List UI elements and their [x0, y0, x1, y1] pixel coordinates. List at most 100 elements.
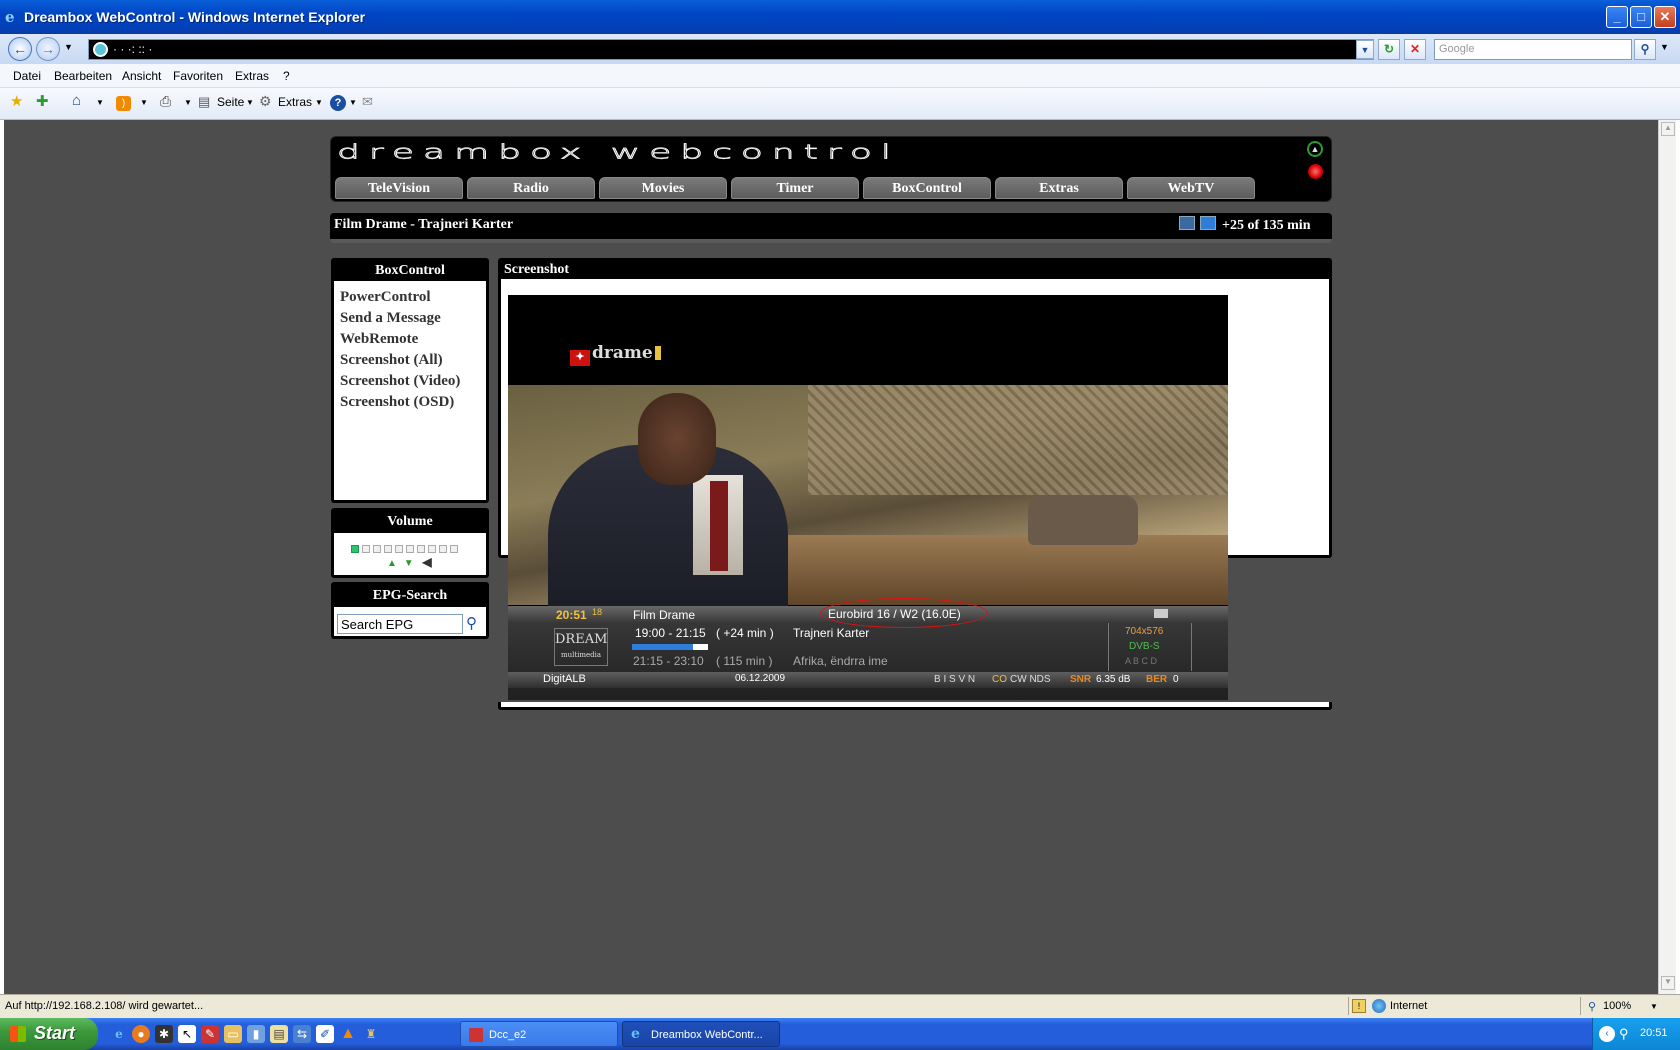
link-screenshot-osd[interactable]: Screenshot (OSD) — [340, 393, 486, 411]
refresh-button[interactable]: ↻ — [1378, 39, 1400, 60]
volume-segment[interactable] — [395, 545, 403, 553]
tab-movies[interactable]: Movies — [599, 177, 727, 199]
menu-bearbeiten[interactable]: Bearbeiten — [54, 69, 112, 83]
volume-segment[interactable] — [417, 545, 425, 553]
link-screenshot-video[interactable]: Screenshot (Video) — [340, 372, 486, 390]
channel-logo: ✦ drame — [570, 343, 661, 366]
home-dropdown-icon[interactable]: ▼ — [96, 98, 104, 107]
osd-snr-value: 6.35 dB — [1096, 674, 1131, 685]
link-screenshot-all[interactable]: Screenshot (All) — [340, 351, 486, 369]
volume-segment[interactable] — [384, 545, 392, 553]
menu-favoriten[interactable]: Favoriten — [173, 69, 223, 83]
print-icon[interactable]: ⎙ — [160, 93, 171, 110]
address-input[interactable]: · · ·: :: · — [88, 39, 1374, 60]
tab-webtv[interactable]: WebTV — [1127, 177, 1255, 199]
minimize-button[interactable]: _ — [1606, 6, 1628, 28]
rss-feed-icon[interactable]: ) — [116, 96, 131, 111]
tab-timer[interactable]: Timer — [731, 177, 859, 199]
tab-extras[interactable]: Extras — [995, 177, 1123, 199]
taskbar-item-dcc-e2[interactable]: Dcc_e2 — [460, 1021, 618, 1047]
tv-monitor-icon[interactable] — [1200, 216, 1216, 230]
media-quicklaunch-icon[interactable]: ▮ — [247, 1025, 265, 1043]
menu-ansicht[interactable]: Ansicht — [122, 69, 161, 83]
epg-info-icon[interactable] — [1179, 216, 1195, 230]
help-icon[interactable]: ? — [330, 95, 346, 111]
maximize-button[interactable]: □ — [1630, 6, 1652, 28]
osd-next-title: Afrika, ëndrra ime — [793, 654, 888, 668]
show-hidden-icons-button[interactable]: ‹ — [1599, 1026, 1615, 1042]
page-dropdown-icon[interactable]: ▼ — [246, 98, 254, 107]
rss-dropdown-icon[interactable]: ▼ — [140, 98, 148, 107]
current-event-title[interactable]: Film Drame - Trajneri Karter — [334, 217, 513, 233]
extras-menu-label[interactable]: Extras — [278, 95, 312, 109]
link-webremote[interactable]: WebRemote — [340, 330, 486, 348]
scroll-up-icon[interactable]: ▲ — [1661, 122, 1675, 136]
zoom-dropdown-icon[interactable]: ▼ — [1650, 1002, 1658, 1011]
globe-icon — [1372, 999, 1386, 1013]
volume-segment[interactable] — [439, 545, 447, 553]
system-clock[interactable]: 20:51 — [1640, 1027, 1668, 1039]
network-tray-icon[interactable]: ⚲ — [1619, 1026, 1629, 1042]
stop-button[interactable]: ✕ — [1404, 39, 1426, 60]
volume-down-icon[interactable]: ▼ — [404, 558, 414, 569]
search-icon[interactable]: ⚲ — [466, 614, 477, 632]
gear-icon: ⚙ — [259, 93, 272, 109]
scroll-down-icon[interactable]: ▼ — [1661, 976, 1675, 990]
vertical-scrollbar[interactable]: ▲ ▼ — [1658, 120, 1676, 994]
network-quicklaunch-icon[interactable]: ⇆ — [293, 1025, 311, 1043]
app-quicklaunch-icon[interactable]: ✱ — [155, 1025, 173, 1043]
mute-speaker-icon[interactable]: ◀ — [422, 555, 431, 569]
extras-dropdown-icon[interactable]: ▼ — [315, 98, 323, 107]
home-icon[interactable]: ⌂ — [72, 92, 81, 109]
tab-television[interactable]: TeleVision — [335, 177, 463, 199]
menu-help[interactable]: ? — [283, 69, 290, 83]
search-options-icon[interactable]: ▼ — [1660, 42, 1669, 52]
search-input[interactable]: Google — [1434, 39, 1632, 60]
menu-datei[interactable]: Datei — [13, 69, 41, 83]
favorites-star-icon[interactable]: ★ — [10, 92, 23, 110]
zoom-level[interactable]: 100% — [1603, 1000, 1631, 1012]
epg-search-input[interactable] — [337, 614, 463, 634]
recording-status-icon[interactable] — [1308, 164, 1323, 179]
notepad-quicklaunch-icon[interactable]: ✐ — [316, 1025, 334, 1043]
volume-segment[interactable] — [373, 545, 381, 553]
stream-status-icon[interactable]: ▲ — [1307, 141, 1323, 157]
cursor-app-quicklaunch-icon[interactable]: ↖ — [178, 1025, 196, 1043]
window-title-bar[interactable]: e Dreambox WebControl - Windows Internet… — [0, 0, 1680, 34]
forward-button[interactable]: → — [36, 37, 60, 61]
volume-segment[interactable] — [362, 545, 370, 553]
back-button[interactable]: ← — [8, 37, 32, 61]
address-dropdown-icon[interactable]: ▼ — [1356, 40, 1374, 59]
volume-segment[interactable] — [428, 545, 436, 553]
explorer-quicklaunch-icon[interactable]: ▤ — [270, 1025, 288, 1043]
mail-icon[interactable]: ✉ — [362, 94, 373, 110]
link-powercontrol[interactable]: PowerControl — [340, 288, 486, 306]
link-send-message[interactable]: Send a Message — [340, 309, 486, 327]
tool-quicklaunch-icon[interactable]: ✎ — [201, 1025, 219, 1043]
tab-radio[interactable]: Radio — [467, 177, 595, 199]
print-dropdown-icon[interactable]: ▼ — [184, 98, 192, 107]
add-favorite-icon[interactable]: ✚ — [36, 92, 49, 110]
search-icon[interactable]: ⚲ — [1634, 39, 1656, 60]
volume-segment[interactable] — [351, 545, 359, 553]
volume-level-bar[interactable] — [351, 542, 486, 553]
help-dropdown-icon[interactable]: ▼ — [349, 98, 357, 107]
menu-extras[interactable]: Extras — [235, 69, 269, 83]
firefox-quicklaunch-icon[interactable]: ● — [132, 1025, 150, 1043]
page-menu-label[interactable]: Seite — [217, 95, 244, 109]
volume-up-icon[interactable]: ▲ — [387, 558, 397, 569]
vlc-quicklaunch-icon[interactable]: ▲ — [339, 1025, 357, 1043]
tab-boxcontrol[interactable]: BoxControl — [863, 177, 991, 199]
start-button[interactable]: Start — [0, 1018, 98, 1050]
volume-segment[interactable] — [450, 545, 458, 553]
security-zone[interactable]: Internet — [1390, 1000, 1427, 1012]
misc-quicklaunch-icon[interactable]: ♜ — [362, 1025, 380, 1043]
volume-segment[interactable] — [406, 545, 414, 553]
taskbar-item-dreambox-webcontrol[interactable]: e Dreambox WebContr... — [622, 1021, 780, 1047]
close-window-button[interactable]: ✕ — [1654, 6, 1676, 28]
recent-pages-dropdown-icon[interactable]: ▼ — [64, 42, 73, 52]
folder-quicklaunch-icon[interactable]: ▭ — [224, 1025, 242, 1043]
internet-explorer-quicklaunch-icon[interactable]: e — [110, 1025, 128, 1043]
osd-tracks: A B C D — [1125, 656, 1158, 666]
protected-mode-icon[interactable]: ! — [1352, 999, 1366, 1013]
